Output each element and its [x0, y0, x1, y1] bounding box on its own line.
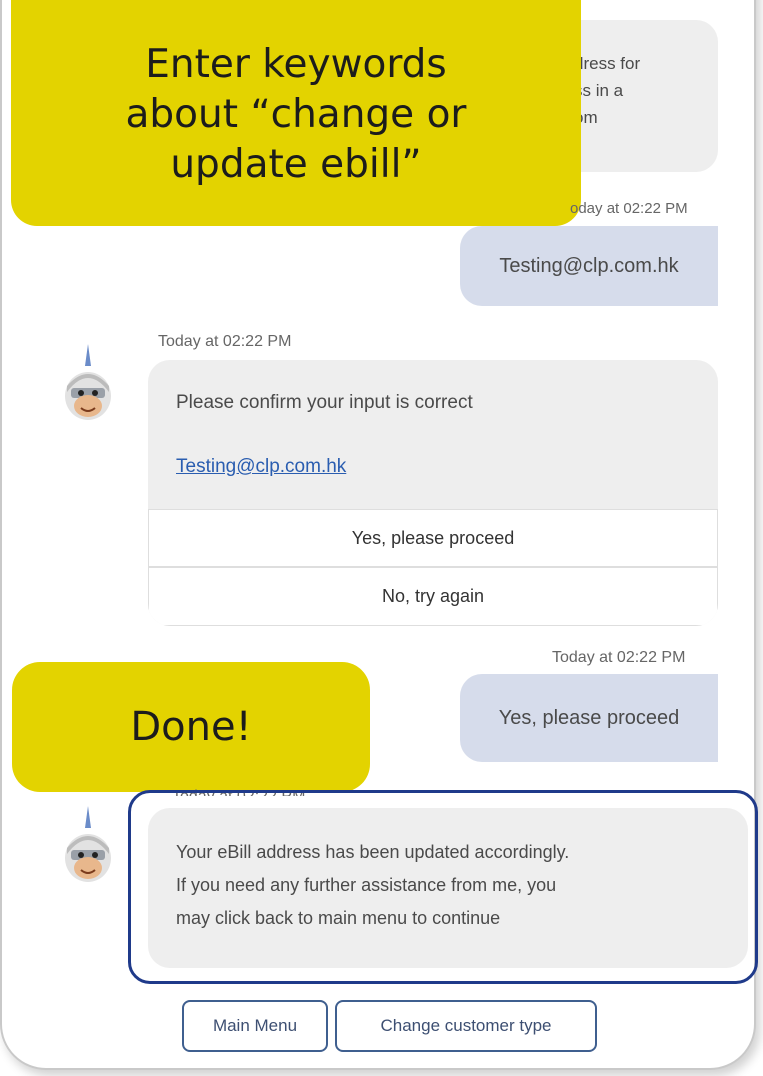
- partial-line-1: dress for: [574, 54, 641, 73]
- callout-enter-keywords: Enter keywords about “change or update e…: [11, 0, 581, 226]
- callout-line-1: Enter keywords: [145, 42, 447, 87]
- message-timestamp: Today at 02:22 PM: [552, 649, 686, 666]
- no-try-again-button[interactable]: No, try again: [148, 567, 718, 626]
- done-line-3: may click back to main menu to continue: [176, 908, 501, 928]
- done-line-1: Your eBill address has been updated acco…: [176, 842, 570, 862]
- partial-line-3: om: [574, 108, 598, 127]
- message-timestamp: Today at 02:22 PM: [158, 333, 292, 350]
- confirm-email-link[interactable]: Testing@clp.com.hk: [176, 450, 346, 483]
- user-message-proceed: Yes, please proceed: [460, 674, 718, 762]
- main-menu-button[interactable]: Main Menu: [182, 1000, 328, 1052]
- bot-avatar-icon: [63, 806, 113, 886]
- callout-line-3: update ebill”: [170, 142, 422, 187]
- user-message-email: Testing@clp.com.hk: [460, 226, 718, 306]
- bot-avatar-icon: [63, 344, 113, 424]
- bot-message-confirm: Please confirm your input is correct Tes…: [148, 360, 718, 626]
- message-timestamp: oday at 02:22 PM: [570, 200, 688, 217]
- partial-line-2: ss in a: [574, 81, 624, 100]
- callout-line-2: about “change or: [125, 92, 467, 137]
- confirm-text: Please confirm your input is correct: [176, 392, 473, 413]
- callout-done-text: Done!: [130, 704, 252, 750]
- yes-proceed-button[interactable]: Yes, please proceed: [148, 509, 718, 567]
- change-customer-type-button[interactable]: Change customer type: [335, 1000, 597, 1052]
- bot-message-done: Your eBill address has been updated acco…: [148, 808, 748, 968]
- callout-done: Done!: [12, 662, 370, 792]
- done-line-2: If you need any further assistance from …: [176, 875, 557, 895]
